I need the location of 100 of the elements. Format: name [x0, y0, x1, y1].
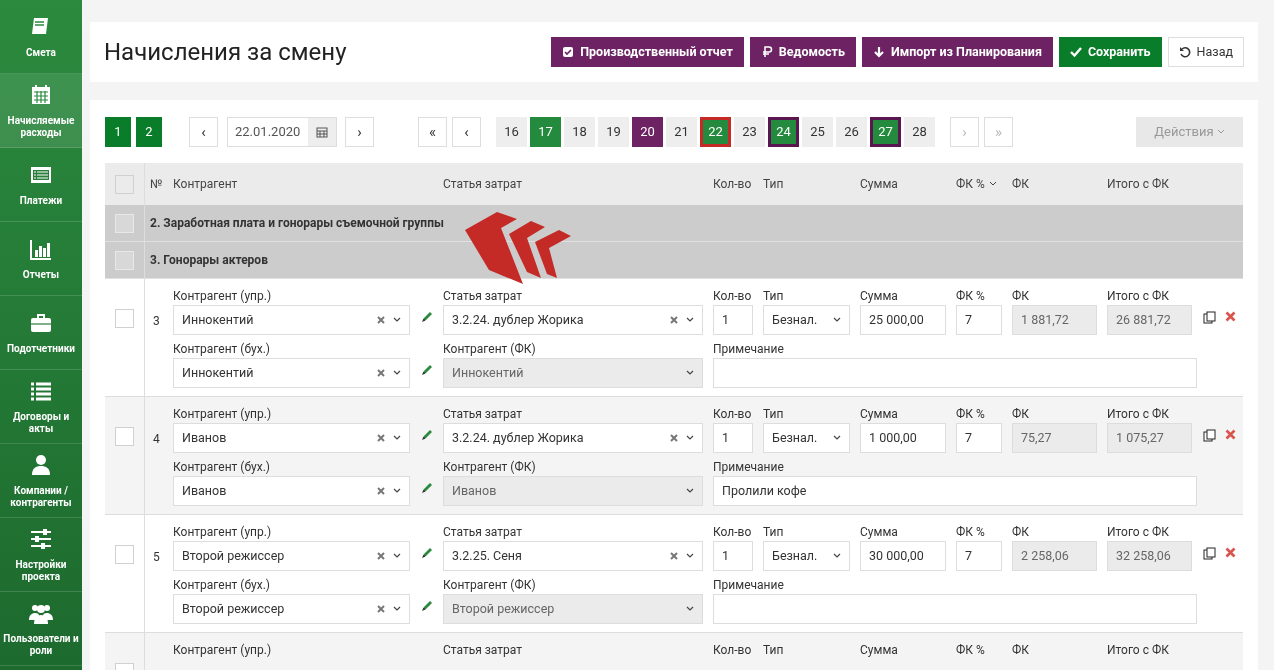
select-field[interactable]: Безнал.	[763, 305, 850, 335]
field-label: Итого с ФК	[1107, 524, 1170, 541]
date-field[interactable]: 22.01.2020	[227, 117, 337, 147]
qty-field[interactable]: 1	[713, 541, 753, 571]
day-button[interactable]: 16	[496, 117, 527, 147]
column-header[interactable]: Сумма	[860, 175, 898, 193]
fk-field[interactable]: 2 258,06	[1012, 541, 1097, 571]
clear-icon	[377, 552, 385, 560]
day-button[interactable]: 19	[598, 117, 629, 147]
select-field[interactable]: 3.2.24. дублер Жорика	[443, 423, 703, 453]
chevron-down-icon	[686, 553, 694, 559]
total-field[interactable]: 26 881,72	[1107, 305, 1192, 335]
select-field[interactable]: Второй режиссер	[443, 594, 703, 624]
checkbox[interactable]	[115, 545, 134, 564]
day-button[interactable]: 25	[802, 117, 833, 147]
column-header[interactable]: Статья затрат	[443, 175, 522, 193]
sidebar-item[interactable]: Договоры и акты	[0, 370, 82, 444]
sidebar-item[interactable]: Пользователи и роли	[0, 592, 82, 666]
checkbox[interactable]	[115, 213, 134, 233]
day-button[interactable]: 24	[768, 117, 799, 147]
qty-field[interactable]: 1	[713, 423, 753, 453]
sum-field[interactable]: 25 000,00	[860, 305, 946, 335]
field-label: Сумма	[860, 288, 899, 305]
checkbox[interactable]	[115, 309, 134, 328]
toolbar-button[interactable]: Назад	[1167, 37, 1244, 67]
column-header[interactable]: Тип	[763, 175, 784, 193]
prev-date-button[interactable]: ‹	[189, 117, 218, 147]
sidebar-item[interactable]: Начисляемые расходы	[0, 74, 82, 148]
day-button[interactable]: 27	[870, 117, 901, 147]
person-icon	[29, 452, 53, 477]
select-field[interactable]: Иванов	[443, 476, 703, 506]
ruble-icon	[760, 46, 773, 58]
toolbar-button[interactable]: Сохранить	[1058, 37, 1162, 67]
sum-field[interactable]: 1 000,00	[860, 423, 946, 453]
checkbox[interactable]	[115, 174, 134, 194]
sidebar-item[interactable]: Платежи	[0, 148, 82, 222]
select-field[interactable]: 3.2.25. Сеня	[443, 541, 703, 571]
day-button[interactable]: 20	[632, 117, 663, 147]
page-button[interactable]: 2	[136, 117, 162, 147]
note-field[interactable]	[713, 594, 1197, 624]
select-field[interactable]: Безнал.	[763, 423, 850, 453]
select-field[interactable]: Безнал.	[763, 541, 850, 571]
select-field[interactable]: Иннокентий	[443, 358, 703, 388]
day-button[interactable]: 17	[530, 117, 561, 147]
select-field[interactable]: Второй режиссер	[173, 541, 410, 571]
field-label: Контрагент (упр.)	[173, 524, 273, 541]
fk-percent-field[interactable]: 7	[956, 423, 1002, 453]
column-header[interactable]: Кол-во	[713, 175, 752, 193]
sidebar-item[interactable]: Настройки проекта	[0, 518, 82, 592]
page-button[interactable]: 1	[105, 117, 131, 147]
prev-page-button[interactable]: ‹	[452, 117, 481, 147]
checkbox-icon	[562, 46, 575, 58]
checkbox[interactable]	[115, 250, 134, 270]
select-field[interactable]: Второй режиссер	[173, 594, 410, 624]
toolbar-button[interactable]: Импорт из Планирования	[861, 37, 1053, 67]
select-field[interactable]: 3.2.24. дублер Жорика	[443, 305, 703, 335]
checkbox[interactable]	[115, 427, 134, 446]
day-button[interactable]: 23	[734, 117, 765, 147]
sidebar-item[interactable]: Подотчетники	[0, 296, 82, 370]
field-label: Кол-во	[713, 288, 753, 305]
select-field[interactable]: Иннокентий	[173, 305, 410, 335]
select-field[interactable]: Иннокентий	[173, 358, 410, 388]
day-button[interactable]: 22	[700, 117, 731, 147]
total-field[interactable]: 32 258,06	[1107, 541, 1192, 571]
sidebar-item[interactable]: Отчеты	[0, 222, 82, 296]
fk-field[interactable]: 75,27	[1012, 423, 1097, 453]
toolbar-button[interactable]: Ведомость	[749, 37, 856, 67]
note-field[interactable]	[713, 358, 1197, 388]
next-date-button[interactable]: ›	[345, 117, 374, 147]
delete-icon	[1225, 547, 1236, 558]
day-button[interactable]: 26	[836, 117, 867, 147]
column-header[interactable]: ФК %	[956, 175, 985, 193]
fk-percent-field[interactable]: 7	[956, 541, 1002, 571]
field-label: Контрагент (упр.)	[173, 288, 273, 305]
field-label: ФК	[1012, 524, 1030, 541]
fk-field[interactable]: 1 881,72	[1012, 305, 1097, 335]
sum-field[interactable]: 30 000,00	[860, 541, 946, 571]
clear-icon	[377, 605, 385, 613]
field-label: Контрагент (бух.)	[173, 577, 272, 594]
first-page-button[interactable]: «	[418, 117, 447, 147]
field-label: ФК	[1012, 406, 1030, 423]
column-header[interactable]: №	[150, 175, 163, 193]
total-field[interactable]: 1 075,27	[1107, 423, 1192, 453]
field-label: Кол-во	[713, 524, 753, 541]
select-field[interactable]: Иванов	[173, 423, 410, 453]
toolbar-button[interactable]: Производственный отчет	[551, 37, 744, 67]
column-header[interactable]: Итого с ФК	[1107, 175, 1169, 193]
copy-icon	[1203, 547, 1216, 560]
qty-field[interactable]: 1	[713, 305, 753, 335]
fk-percent-field[interactable]: 7	[956, 305, 1002, 335]
select-field[interactable]: Иванов	[173, 476, 410, 506]
sidebar-item[interactable]: Смета	[0, 0, 82, 74]
column-header[interactable]: ФК	[1012, 175, 1029, 193]
day-button[interactable]: 28	[904, 117, 935, 147]
sidebar-item[interactable]: Компании / контрагенты	[0, 444, 82, 518]
day-button[interactable]: 21	[666, 117, 697, 147]
note-field[interactable]: Пролили кофе	[713, 476, 1197, 506]
day-button[interactable]: 18	[564, 117, 595, 147]
chevron-down-icon	[833, 435, 841, 441]
column-header[interactable]: Контрагент	[173, 175, 238, 193]
